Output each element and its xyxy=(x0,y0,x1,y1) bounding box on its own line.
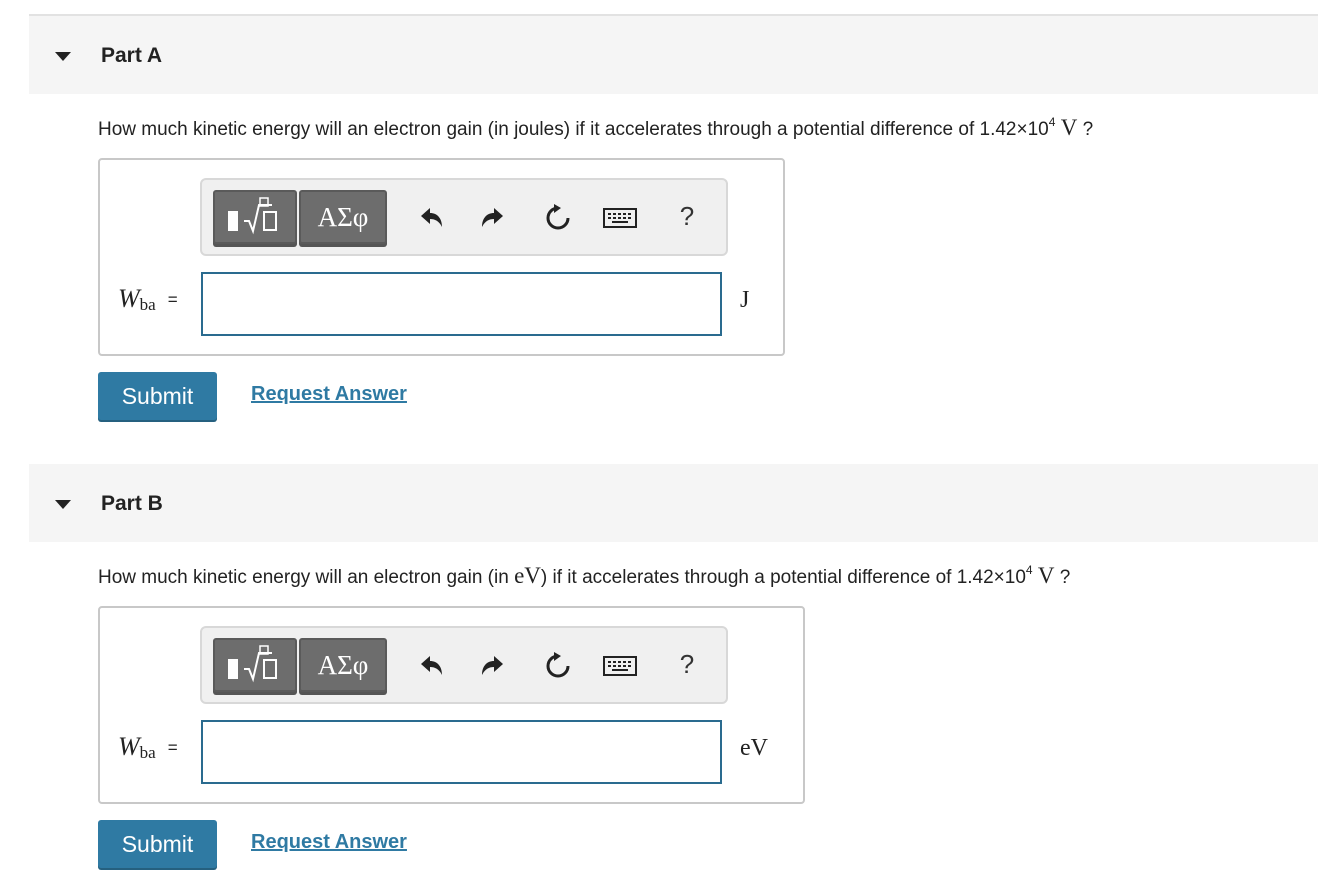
math-toolbar: ΑΣφ ? xyxy=(200,178,728,256)
unit-label: J xyxy=(740,287,750,313)
unit-label: eV xyxy=(740,735,768,761)
templates-icon xyxy=(228,197,277,235)
undo-icon[interactable] xyxy=(415,202,447,234)
question-text: How much kinetic energy will an electron… xyxy=(98,563,1070,589)
request-answer-link[interactable]: Request Answer xyxy=(251,383,407,406)
question-unit: V xyxy=(1037,563,1055,588)
question-exponent: 4 xyxy=(1025,562,1033,577)
variable-main: W xyxy=(118,732,140,761)
part-b-header[interactable]: Part B xyxy=(29,464,1318,542)
math-toolbar: ΑΣφ ? xyxy=(200,626,728,704)
templates-button[interactable] xyxy=(213,638,297,692)
keyboard-icon[interactable] xyxy=(602,650,638,682)
help-button[interactable]: ? xyxy=(671,200,703,232)
question-prefix: How much kinetic energy will an electron… xyxy=(98,567,509,588)
answer-input[interactable] xyxy=(201,272,722,336)
caret-down-icon[interactable] xyxy=(55,52,71,61)
caret-down-icon[interactable] xyxy=(55,500,71,509)
question-middle: ) if it accelerates through a potential … xyxy=(540,567,1026,588)
symbols-button[interactable]: ΑΣφ xyxy=(299,638,387,692)
answer-box: ΑΣφ ? Wba = eV xyxy=(98,606,805,804)
redo-icon[interactable] xyxy=(477,202,509,234)
equals-sign: = xyxy=(167,738,178,757)
part-a-header[interactable]: Part A xyxy=(29,16,1318,94)
submit-button[interactable]: Submit xyxy=(98,372,217,420)
templates-button[interactable] xyxy=(213,190,297,244)
keyboard-icon[interactable] xyxy=(602,202,638,234)
variable-label: Wba = xyxy=(118,284,178,314)
reset-icon[interactable] xyxy=(542,650,574,682)
question-unit: V xyxy=(1060,115,1078,140)
variable-main: W xyxy=(118,284,140,313)
variable-subscript: ba xyxy=(139,295,156,314)
answer-input[interactable] xyxy=(201,720,722,784)
undo-icon[interactable] xyxy=(415,650,447,682)
answer-box: ΑΣφ ? Wba = J xyxy=(98,158,785,356)
redo-icon[interactable] xyxy=(477,650,509,682)
equals-sign: = xyxy=(167,290,178,309)
question-suffix: ? xyxy=(1082,119,1094,140)
variable-subscript: ba xyxy=(139,743,156,762)
question-unit-inline: eV xyxy=(514,563,541,588)
question-text: How much kinetic energy will an electron… xyxy=(98,115,1093,141)
reset-icon[interactable] xyxy=(542,202,574,234)
templates-icon xyxy=(228,645,277,683)
symbols-button[interactable]: ΑΣφ xyxy=(299,190,387,244)
variable-label: Wba = xyxy=(118,732,178,762)
part-title: Part A xyxy=(101,44,163,67)
question-prefix: How much kinetic energy will an electron… xyxy=(98,119,1049,140)
question-exponent: 4 xyxy=(1048,114,1056,129)
help-button[interactable]: ? xyxy=(671,648,703,680)
question-suffix: ? xyxy=(1059,567,1071,588)
submit-button[interactable]: Submit xyxy=(98,820,217,868)
part-title: Part B xyxy=(101,492,163,515)
request-answer-link[interactable]: Request Answer xyxy=(251,831,407,854)
